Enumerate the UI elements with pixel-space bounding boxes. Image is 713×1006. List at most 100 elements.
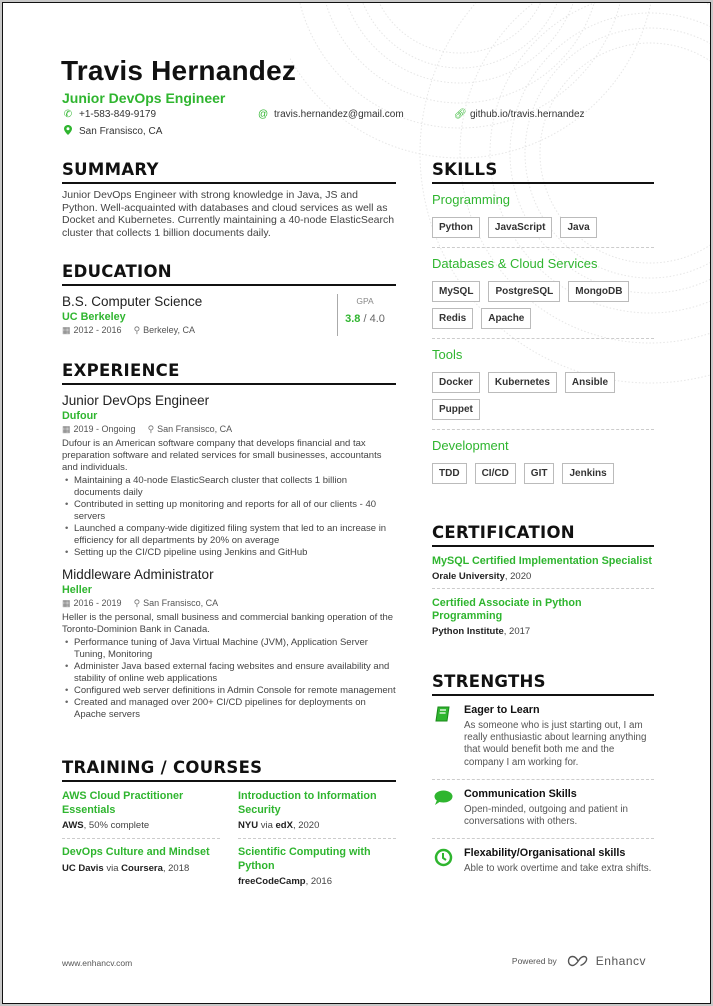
course-org: NYU — [238, 820, 259, 831]
experience-section: EXPERIENCE Junior DevOps Engineer Dufour ▦… — [62, 361, 396, 721]
brand-logo[interactable]: Enhancv — [567, 954, 646, 968]
course-org: UC Davis — [62, 862, 104, 874]
strength-item: Eager to Learn As someone who is just sta… — [432, 696, 654, 780]
experience-heading: EXPERIENCE — [62, 361, 396, 385]
certification-item: MySQL Certified Implementation Specialis… — [432, 553, 654, 589]
footer-branding: Powered by Enhancv — [512, 954, 646, 968]
course-detail: , 2020 — [292, 820, 320, 831]
strength-body: Communication Skills Open-minded, outgoin… — [464, 788, 654, 828]
skill-tag: Jenkins — [562, 463, 614, 484]
summary-text: Junior DevOps Engineer with strong knowl… — [62, 189, 395, 239]
skill-category-title: Programming — [432, 192, 511, 207]
gpa-score: 3.8 — [345, 313, 361, 325]
skill-tag: Python — [432, 217, 480, 238]
experience-list: Junior DevOps Engineer Dufour ▦ 2019 - Ongo… — [62, 393, 396, 721]
calendar-icon: ▦ — [62, 424, 71, 434]
course-item: Scientific Computing with Python freeCode… — [238, 843, 396, 894]
skill-tag: PostgreSQL — [488, 281, 561, 302]
job-role: Junior DevOps Engineer — [62, 393, 210, 408]
link-icon: 🔗︎ — [454, 109, 467, 120]
certification-item: Certified Associate in Python Programmin… — [432, 595, 654, 643]
strength-description: Able to work overtime and take extra shi… — [464, 863, 652, 875]
course-list: AWS Cloud Practitioner Essentials AWS, 50… — [62, 787, 396, 898]
job-location-wrap: ⚲ San Fransisco, CA — [148, 424, 233, 435]
job-bullet: Maintaining a 40-node ElasticSearch clus… — [62, 475, 396, 499]
footer-website[interactable]: www.enhancv.com — [62, 958, 132, 968]
phone-icon: ✆ — [63, 109, 73, 120]
job-company: Dufour — [62, 410, 98, 422]
skill-tags: TDD CI/CD GIT Jenkins — [432, 463, 654, 493]
course-item: AWS Cloud Practitioner Essentials AWS, 50… — [62, 787, 220, 839]
powered-by-label: Powered by — [511, 956, 557, 966]
strength-item: Communication Skills Open-minded, outgoin… — [432, 780, 654, 840]
strength-title: Communication Skills — [464, 787, 577, 800]
resume-page: Travis Hernandez Junior DevOps Engineer … — [2, 2, 711, 1004]
job-location: San Fransisco, CA — [143, 598, 219, 608]
calendar-icon: ▦ — [62, 325, 71, 335]
education-section: EDUCATION B.S. Computer Science UC Berke… — [62, 262, 396, 336]
job-company: Heller — [62, 584, 93, 596]
education-entry: B.S. Computer Science UC Berkeley ▦ 2012 … — [62, 294, 396, 336]
course-org: freeCodeCamp — [238, 876, 306, 887]
contact-location: San Fransisco, CA — [63, 125, 162, 138]
email-link[interactable]: travis.hernandez@gmail.com — [274, 109, 404, 120]
summary-section: SUMMARY Junior DevOps Engineer with stro… — [62, 160, 396, 239]
website-link[interactable]: github.io/travis.hernandez — [470, 109, 585, 120]
strengths-list: Eager to Learn As someone who is just sta… — [432, 696, 654, 885]
calendar-icon: ▦ — [62, 598, 71, 608]
skill-tag: JavaScript — [487, 217, 553, 238]
job-description: Dufour is an American software company t… — [62, 438, 382, 473]
job-bullet: Contributed in setting up monitoring and… — [62, 499, 396, 523]
certification-title: Certified Associate in Python Programmin… — [432, 596, 582, 623]
course-title: DevOps Culture and Mindset — [62, 846, 210, 858]
skill-category-title: Development — [432, 438, 509, 453]
strength-body: Eager to Learn As someone who is just sta… — [464, 704, 654, 769]
job-bullet: Created and managed over 200+ CI/CD pipe… — [62, 697, 396, 721]
location-text: San Fransisco, CA — [79, 126, 163, 137]
job-bullet: Launched a company-wide digitized filing… — [62, 523, 396, 547]
map-pin-icon: ⚲ — [147, 424, 155, 434]
education-location: Berkeley, CA — [143, 325, 196, 335]
course-source: UC Davis via Coursera, 2018 — [62, 863, 220, 874]
course-detail: , 2018 — [162, 862, 190, 874]
contact-email[interactable]: @ travis.hernandez@gmail.com — [258, 109, 404, 120]
certification-issuer-line: Orale University, 2020 — [432, 571, 654, 582]
skills-section: SKILLS Programming Python JavaScript Java Da… — [432, 160, 654, 493]
gpa-label: GPA — [356, 296, 374, 306]
skill-tag: Ansible — [564, 372, 616, 393]
certification-issuer-line: Python Institute, 2017 — [432, 626, 654, 637]
clock-icon — [432, 847, 454, 875]
certification-list: MySQL Certified Implementation Specialis… — [432, 553, 654, 643]
course-source: freeCodeCamp, 2016 — [238, 876, 396, 887]
course-item: Introduction to Information Security NYU … — [238, 787, 396, 839]
job-dates: 2019 - Ongoing — [73, 424, 136, 434]
training-heading: TRAINING / COURSES — [62, 758, 396, 782]
course-source: AWS, 50% complete — [62, 820, 220, 831]
training-section: TRAINING / COURSES AWS Cloud Practitione… — [62, 758, 396, 898]
certification-year: , 2017 — [503, 625, 531, 637]
skill-tag: TDD — [432, 463, 467, 484]
skill-tag: GIT — [523, 463, 555, 484]
strength-item: Flexability/Organisational skills Able to… — [432, 839, 654, 885]
job-location: San Fransisco, CA — [157, 424, 233, 434]
course-detail: , 50% complete — [83, 820, 150, 831]
experience-entry: Junior DevOps Engineer Dufour ▦ 2019 - Ongo… — [62, 393, 396, 559]
strength-description: As someone who is just starting out, I a… — [464, 720, 647, 768]
course-org: AWS — [62, 820, 84, 831]
education-dates: 2012 - 2016 — [73, 325, 122, 335]
job-dates-wrap: ▦ 2016 - 2019 — [62, 598, 122, 609]
job-bullet: Performance tuning of Java Virtual Machi… — [62, 637, 396, 661]
enhancv-logo-icon — [567, 955, 588, 967]
job-description: Heller is the personal, small business a… — [62, 612, 394, 635]
contact-website[interactable]: 🔗︎ github.io/travis.hernandez — [454, 109, 585, 120]
map-pin-icon: ⚲ — [133, 598, 141, 608]
gpa-max: / 4.0 — [363, 313, 385, 325]
certification-title: MySQL Certified Implementation Specialis… — [432, 555, 652, 567]
certification-section: CERTIFICATION MySQL Certified Implementa… — [432, 523, 654, 643]
job-bullets: Maintaining a 40-node ElasticSearch clus… — [62, 475, 396, 559]
course-via: via — [103, 862, 122, 874]
gpa-value: 3.8 / 4.0 — [338, 313, 392, 325]
course-provider: Coursera — [121, 862, 163, 874]
degree: B.S. Computer Science — [62, 294, 203, 309]
brand-name: Enhancv — [595, 954, 646, 968]
